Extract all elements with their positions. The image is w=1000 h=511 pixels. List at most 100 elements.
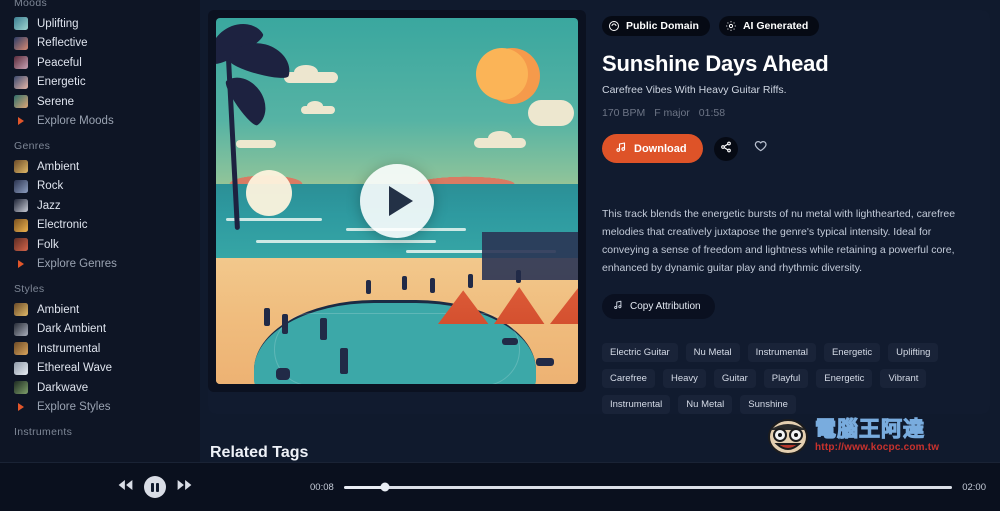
progress-remaining [384, 485, 953, 489]
sidebar-item-energetic[interactable]: Energetic [12, 73, 200, 93]
tag-chip[interactable]: Energetic [816, 369, 873, 389]
download-button[interactable]: Download [602, 134, 703, 163]
tag-chip[interactable]: Nu Metal [685, 343, 740, 363]
download-music-icon [615, 141, 627, 156]
copy-attribution-label: Copy Attribution [630, 301, 701, 313]
sidebar-item-label: Peaceful [37, 56, 82, 69]
current-time: 00:08 [310, 481, 334, 493]
sidebar-item-reflective[interactable]: Reflective [12, 34, 200, 54]
thumbnail-image [14, 381, 28, 395]
sidebar-item-serene[interactable]: Serene [12, 92, 200, 112]
sidebar-item-rock[interactable]: Rock [12, 177, 200, 197]
thumbnail-image [14, 218, 28, 232]
sidebar-item-peaceful[interactable]: Peaceful [12, 53, 200, 73]
sidebar-item-label: Ethereal Wave [37, 362, 112, 375]
track-detail-card: Public Domain AI Generated Sunshine Days … [208, 10, 990, 415]
tag-chip[interactable]: Sunshine [740, 395, 796, 415]
thumbnail-image [14, 36, 28, 50]
beach-person [366, 280, 371, 294]
sidebar-item-dark-ambient[interactable]: Dark Ambient [12, 320, 200, 340]
sidebar-item-darkwave[interactable]: Darkwave [12, 378, 200, 398]
arrow-right-icon [14, 401, 28, 414]
beach-person [536, 358, 554, 366]
tag-chip[interactable]: Vibrant [880, 369, 927, 389]
beach-person [402, 276, 407, 290]
sidebar-item-label: Electronic [37, 219, 88, 232]
cloud-graphic [301, 101, 335, 114]
tag-chip[interactable]: Uplifting [888, 343, 939, 363]
sidebar-item-label: Ambient [37, 303, 80, 316]
tag-chip[interactable]: Nu Metal [678, 395, 733, 415]
cloud-graphic [236, 140, 276, 148]
sidebar-item-explore-genres[interactable]: Explore Genres [12, 255, 200, 275]
sidebar-item-explore-moods[interactable]: Explore Moods [12, 112, 200, 132]
track-actions: Download [602, 134, 984, 163]
tag-chip[interactable]: Carefree [602, 369, 655, 389]
track-meta: 170 BPM F major 01:58 [602, 107, 984, 119]
meta-key: F major [654, 107, 690, 119]
beach-person [264, 308, 270, 326]
play-overlay-button[interactable] [360, 164, 434, 238]
sidebar-item-electronic[interactable]: Electronic [12, 216, 200, 236]
beach-person [468, 274, 473, 288]
next-button[interactable] [177, 478, 192, 496]
track-info: Public Domain AI Generated Sunshine Days … [600, 10, 990, 415]
beach-person [276, 368, 290, 380]
app-root: Moods Uplifting Reflective Peaceful Energeti… [0, 0, 1000, 511]
track-badges: Public Domain AI Generated [602, 16, 984, 36]
badge-ai-generated[interactable]: AI Generated [718, 16, 820, 36]
tag-chip[interactable]: Heavy [662, 369, 706, 389]
sidebar-item-label: Uplifting [37, 17, 79, 30]
sidebar-item-folk[interactable]: Folk [12, 235, 200, 255]
progress-slider[interactable] [343, 482, 953, 492]
main-content: Public Domain AI Generated Sunshine Days … [200, 0, 1000, 511]
sidebar-item-label: Instrumental [37, 342, 101, 355]
previous-button[interactable] [118, 478, 133, 496]
sidebar-item-ambient[interactable]: Ambient [12, 157, 200, 177]
beach-person [502, 338, 518, 345]
progress-knob[interactable] [380, 482, 390, 492]
sidebar-item-label: Ambient [37, 160, 80, 173]
track-artwork[interactable] [208, 10, 586, 392]
sidebar-item-jazz[interactable]: Jazz [12, 196, 200, 216]
beach-person [282, 314, 288, 334]
thumbnail-image [14, 322, 28, 336]
thumbnail-image [14, 160, 28, 174]
thumbnail-image [14, 238, 28, 252]
track-tag-list: Electric Guitar Nu Metal Instrumental Energ… [602, 343, 970, 415]
cloud-graphic [284, 65, 338, 83]
beach-person [430, 278, 435, 293]
sidebar-item-uplifting[interactable]: Uplifting [12, 14, 200, 34]
tag-chip[interactable]: Instrumental [747, 343, 816, 363]
thumbnail-image [14, 199, 28, 213]
total-time: 02:00 [962, 481, 986, 493]
arrow-right-icon [14, 115, 28, 128]
play-pause-button[interactable] [144, 476, 166, 498]
sidebar-group-title-styles: Styles [14, 283, 45, 295]
sidebar-item-instrumental[interactable]: Instrumental [12, 339, 200, 359]
page-title: Sunshine Days Ahead [602, 51, 829, 76]
badge-public-domain[interactable]: Public Domain [602, 16, 710, 36]
fast-forward-icon [177, 478, 192, 496]
sidebar-group-title-genres: Genres [14, 140, 51, 152]
copy-attribution-button[interactable]: Copy Attribution [602, 294, 715, 320]
thumbnail-image [14, 361, 28, 375]
tag-chip[interactable]: Electric Guitar [602, 343, 678, 363]
sidebar-item-label: Jazz [37, 199, 61, 212]
sidebar-item-ethereal-wave[interactable]: Ethereal Wave [12, 359, 200, 379]
tag-chip[interactable]: Energetic [823, 343, 881, 363]
meta-duration: 01:58 [698, 107, 726, 119]
download-button-label: Download [634, 142, 687, 155]
share-icon [720, 140, 732, 158]
tag-chip[interactable]: Playful [763, 369, 809, 389]
tag-chip[interactable]: Guitar [713, 369, 756, 389]
sidebar-item-explore-styles[interactable]: Explore Styles [12, 398, 200, 418]
sidebar[interactable]: Moods Uplifting Reflective Peaceful Energeti… [0, 0, 200, 511]
public-domain-icon [608, 20, 620, 32]
tag-chip[interactable]: Instrumental [602, 395, 671, 415]
favorite-button[interactable] [749, 137, 773, 161]
share-button[interactable] [713, 136, 738, 161]
heart-icon [753, 139, 768, 159]
thumbnail-image [14, 75, 28, 89]
sidebar-item-ambient[interactable]: Ambient [12, 300, 200, 320]
